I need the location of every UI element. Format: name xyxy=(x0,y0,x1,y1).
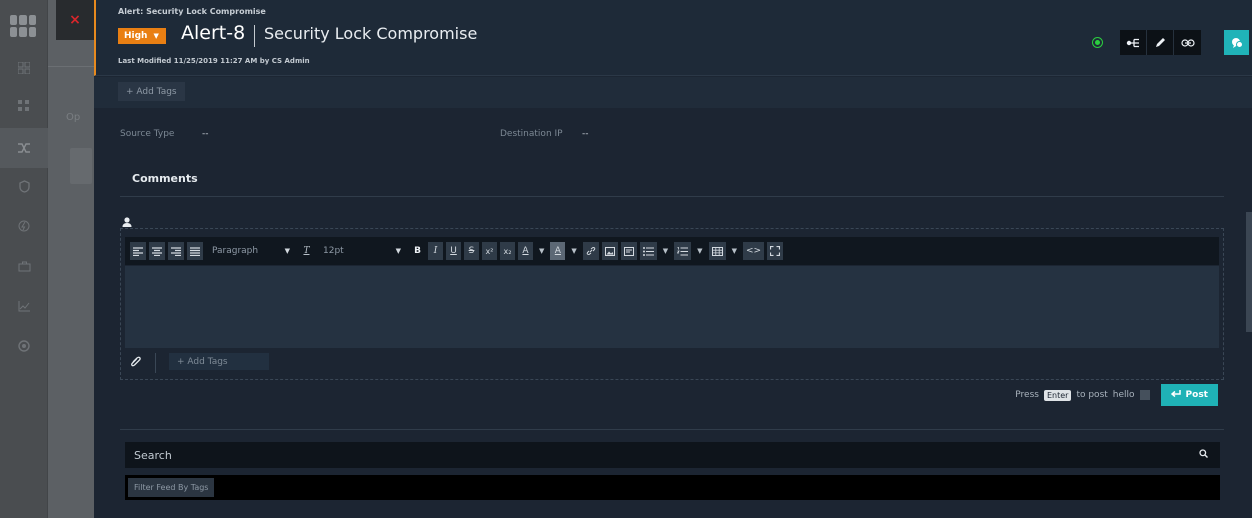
search-input[interactable] xyxy=(134,448,1034,462)
app-logo-icon xyxy=(10,15,36,37)
strikethrough-button[interactable]: S xyxy=(464,242,479,260)
enter-key-badge: Enter xyxy=(1043,389,1072,401)
severity-dropdown[interactable]: High ▼ xyxy=(118,28,166,44)
comment-editor: Paragraph ▼ T 12pt ▼ B I U S x² x₂ A ▼ A… xyxy=(120,228,1224,380)
title-divider xyxy=(254,25,255,47)
status-indicator-icon xyxy=(1092,37,1103,48)
automation-bolt-icon[interactable] xyxy=(0,206,48,246)
align-left-icon[interactable] xyxy=(130,242,146,260)
edit-pencil-icon[interactable] xyxy=(1147,30,1174,55)
link-icon[interactable] xyxy=(582,242,599,260)
attachment-row: + Add Tags xyxy=(125,351,1219,375)
tag-bar: + Add Tags xyxy=(94,77,1252,108)
align-center-icon[interactable] xyxy=(149,242,165,260)
source-type-value: -- xyxy=(202,129,209,139)
font-size-select[interactable]: 12pt ▼ xyxy=(317,242,407,260)
modal-body: Source Type -- Destination IP -- Comment… xyxy=(94,108,1252,518)
screen: × Op Alert: Security Lock Compromise Hig… xyxy=(0,0,1252,518)
paperclip-icon[interactable] xyxy=(131,356,141,370)
bullet-list-icon[interactable] xyxy=(639,242,657,260)
last-modified: Last Modified 11/25/2019 11:27 AM by CS … xyxy=(118,57,310,65)
format-select[interactable]: Paragraph ▼ xyxy=(206,242,296,260)
chevron-down-icon: ▼ xyxy=(395,247,401,255)
chevron-down-icon: ▼ xyxy=(284,247,290,255)
comment-add-tags-input[interactable]: + Add Tags xyxy=(169,353,269,370)
source-code-icon[interactable]: <> xyxy=(742,242,765,260)
add-tags-button[interactable]: + Add Tags xyxy=(118,82,185,101)
image-icon[interactable] xyxy=(601,242,618,260)
search-icon[interactable] xyxy=(1199,449,1208,461)
dashboard-icon[interactable] xyxy=(0,48,48,88)
to-post-text: to post xyxy=(1076,390,1108,400)
fullscreen-icon[interactable] xyxy=(767,242,784,260)
code-sample-icon[interactable] xyxy=(620,242,637,260)
scrollbar[interactable] xyxy=(1246,212,1252,332)
background-color-button[interactable]: A xyxy=(550,242,566,260)
modal-header: Alert: Security Lock Compromise High ▼ A… xyxy=(94,0,1252,76)
align-justify-icon[interactable] xyxy=(187,242,203,260)
collaboration-chat-icon[interactable] xyxy=(1224,30,1249,55)
table-icon[interactable] xyxy=(708,242,726,260)
divider xyxy=(155,353,156,373)
alert-modal: Alert: Security Lock Compromise High ▼ A… xyxy=(94,0,1252,518)
font-size-select-value: 12pt xyxy=(323,246,344,256)
breadcrumb: Alert: Security Lock Compromise xyxy=(118,7,266,16)
italic-button[interactable]: I xyxy=(428,242,443,260)
filter-feed-by-tags-button[interactable]: Filter Feed By Tags xyxy=(128,478,215,497)
numbered-list-icon[interactable] xyxy=(674,242,692,260)
header-actions xyxy=(1120,30,1201,55)
feed-search xyxy=(125,442,1220,468)
background-block xyxy=(70,148,92,184)
editor-toolbar: Paragraph ▼ T 12pt ▼ B I U S x² x₂ A ▼ A… xyxy=(125,237,1219,265)
chevron-down-icon[interactable]: ▼ xyxy=(536,242,547,260)
superscript-button[interactable]: x² xyxy=(482,242,497,260)
subscript-button[interactable]: x₂ xyxy=(500,242,515,260)
format-select-value: Paragraph xyxy=(212,246,259,256)
alert-title[interactable]: Security Lock Compromise xyxy=(264,24,477,43)
underline-button[interactable]: U xyxy=(446,242,461,260)
briefcase-icon[interactable] xyxy=(0,246,48,286)
app-sidebar xyxy=(0,0,48,518)
comment-text-area[interactable] xyxy=(125,266,1219,348)
chevron-down-icon[interactable]: ▼ xyxy=(729,242,740,260)
source-type-label: Source Type xyxy=(120,129,175,139)
divider xyxy=(120,196,1224,197)
background-page xyxy=(48,0,94,518)
settings-gear-icon[interactable] xyxy=(0,326,48,366)
close-icon[interactable]: × xyxy=(56,0,94,40)
chevron-down-icon: ▼ xyxy=(153,32,159,40)
press-text: Press xyxy=(1015,390,1039,400)
text-color-button[interactable]: A xyxy=(518,242,533,260)
align-right-icon[interactable] xyxy=(168,242,184,260)
alert-id: Alert-8 xyxy=(181,22,246,44)
shield-icon[interactable] xyxy=(0,166,48,206)
reports-chart-icon[interactable] xyxy=(0,286,48,326)
post-button[interactable]: Post xyxy=(1160,384,1218,406)
relations-icon[interactable] xyxy=(1120,30,1147,55)
background-tab-label: Op xyxy=(66,112,81,123)
post-controls: Press Enter to post hello Post xyxy=(1015,384,1218,406)
background-divider xyxy=(48,66,94,67)
enter-to-post-checkbox[interactable] xyxy=(1139,390,1150,400)
chevron-down-icon[interactable]: ▼ xyxy=(568,242,579,260)
severity-label: High xyxy=(124,31,148,41)
filter-bar: Filter Feed By Tags xyxy=(125,475,1220,500)
incidents-shuffle-icon[interactable] xyxy=(0,128,48,168)
divider xyxy=(120,429,1224,430)
enter-arrow-icon xyxy=(1170,389,1181,401)
hello-label: hello xyxy=(1112,390,1135,400)
queue-icon[interactable] xyxy=(0,86,48,126)
clear-formatting-icon[interactable]: T xyxy=(299,242,314,260)
bold-button[interactable]: B xyxy=(410,242,425,260)
chevron-down-icon[interactable]: ▼ xyxy=(694,242,705,260)
link-icon[interactable] xyxy=(1174,30,1201,55)
destination-ip-value: -- xyxy=(582,129,589,139)
post-button-label: Post xyxy=(1185,390,1208,400)
destination-ip-label: Destination IP xyxy=(500,129,563,139)
chevron-down-icon[interactable]: ▼ xyxy=(660,242,671,260)
comments-heading: Comments xyxy=(132,172,198,185)
